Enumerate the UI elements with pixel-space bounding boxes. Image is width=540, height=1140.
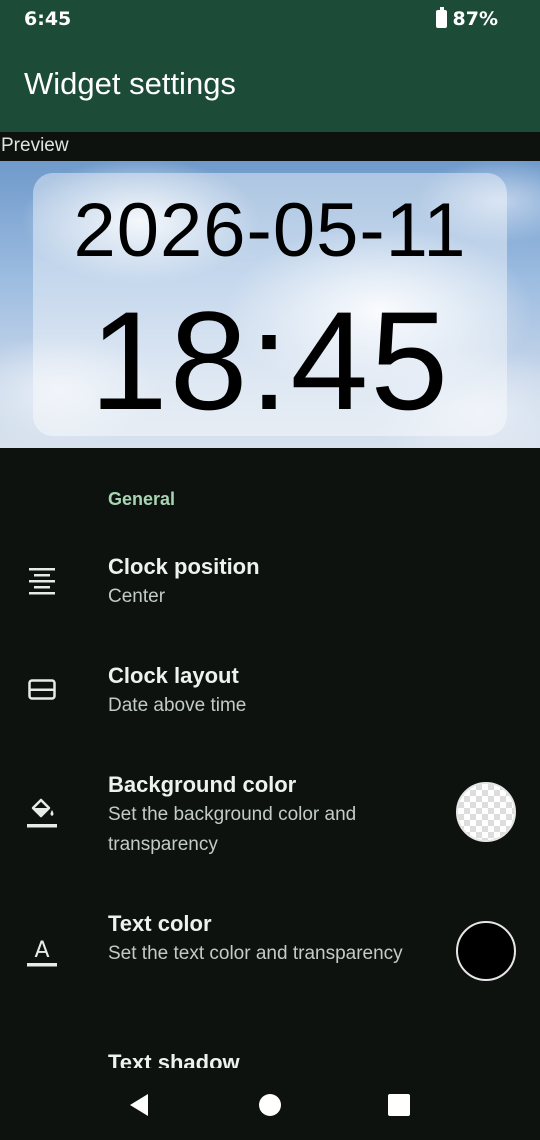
svg-text:A: A	[34, 938, 49, 963]
clock-date: 2026-05-11	[73, 188, 467, 273]
setting-title: Clock layout	[108, 663, 239, 688]
text-color-swatch[interactable]	[456, 921, 516, 981]
setting-summary: Date above time	[108, 695, 247, 716]
status-time: 6:45	[24, 8, 72, 30]
setting-text-color[interactable]: A Text color Set the text color and tran…	[0, 890, 540, 1020]
preview-label: Preview	[1, 135, 69, 156]
fill-color-icon	[26, 794, 58, 828]
recents-icon[interactable]	[386, 1092, 412, 1118]
section-header-general: General	[108, 489, 176, 509]
setting-title: Text color	[108, 911, 212, 936]
setting-summary: Center	[108, 586, 166, 607]
setting-title: Background color	[108, 772, 297, 797]
clock-time: 18:45	[89, 282, 451, 439]
setting-text-shadow[interactable]: Text shadow	[0, 1030, 540, 1068]
layout-icon	[26, 673, 58, 705]
battery-level: 87%	[452, 8, 498, 30]
app-bar: Widget settings	[0, 38, 540, 132]
setting-title: Text shadow	[108, 1050, 240, 1068]
background-color-swatch[interactable]	[456, 782, 516, 842]
clock-widget: 2026-05-11 18:45	[33, 173, 507, 436]
status-right: 87%	[435, 7, 498, 30]
home-icon[interactable]	[257, 1092, 283, 1118]
align-center-icon	[26, 564, 58, 596]
battery-icon	[435, 7, 447, 28]
status-bar: 6:45 87%	[0, 0, 540, 38]
page-title: Widget settings	[24, 66, 236, 101]
setting-background-color[interactable]: Background color Set the background colo…	[0, 750, 540, 880]
setting-summary: Set the text color and transparency	[108, 943, 403, 964]
setting-clock-layout[interactable]: Clock layout Date above time	[0, 640, 540, 740]
text-color-icon: A	[26, 932, 58, 967]
widget-preview: 2026-05-11 18:45	[0, 161, 540, 448]
back-icon[interactable]	[126, 1092, 152, 1118]
setting-clock-position[interactable]: Clock position Center	[0, 530, 540, 630]
setting-title: Clock position	[108, 554, 260, 579]
setting-summary: Set the background color and transparenc…	[108, 804, 357, 855]
navigation-bar	[0, 1068, 540, 1140]
